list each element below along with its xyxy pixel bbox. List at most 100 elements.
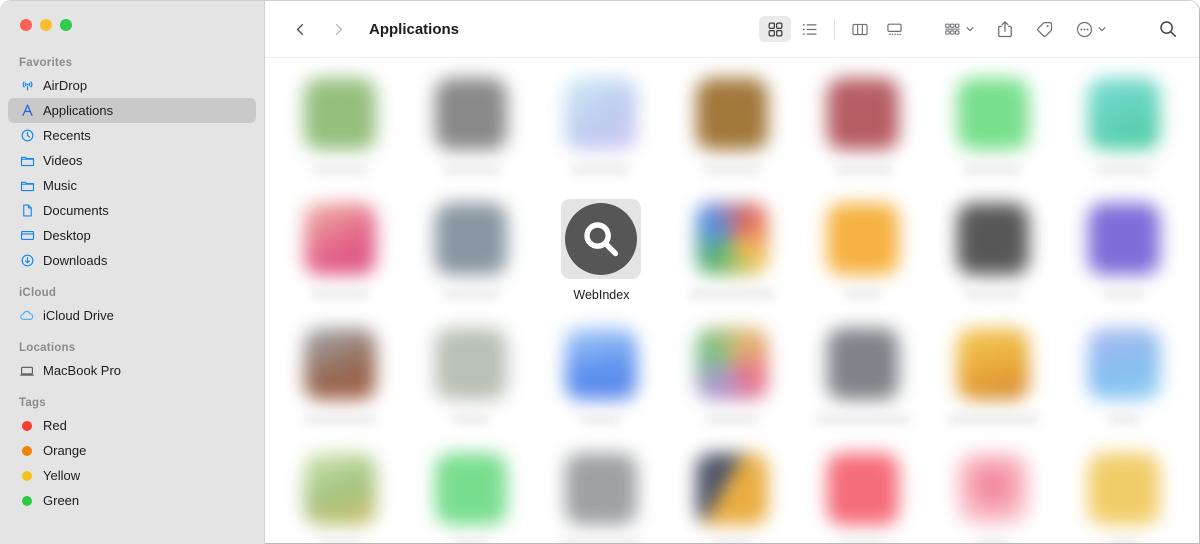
grid-item-webindex[interactable]: WebIndex — [536, 191, 667, 316]
icon-view-button[interactable] — [759, 16, 791, 42]
app-label — [441, 288, 500, 300]
sidebar-item-tag-yellow[interactable]: Yellow — [8, 463, 256, 488]
app-label — [704, 413, 759, 425]
grid-item[interactable] — [928, 191, 1059, 316]
sidebar-item-applications[interactable]: Applications — [8, 98, 256, 123]
sidebar-item-airdrop[interactable]: AirDrop — [8, 73, 256, 98]
grid-item[interactable] — [406, 66, 537, 191]
grid-item[interactable] — [275, 316, 406, 441]
view-mode-group — [759, 16, 910, 42]
sidebar-item-tag-green[interactable]: Green — [8, 488, 256, 513]
sidebar-item-label: AirDrop — [43, 78, 88, 93]
sidebar-item-label: Recents — [43, 128, 91, 143]
app-icon — [1087, 78, 1160, 150]
grid-item[interactable] — [275, 191, 406, 316]
sidebar-section-title-icloud: iCloud — [19, 287, 57, 299]
app-icon-wrap — [300, 199, 380, 279]
sidebar-item-music[interactable]: Music — [8, 173, 256, 198]
sidebar-item-desktop[interactable]: Desktop — [8, 223, 256, 248]
grid-item[interactable] — [1058, 66, 1189, 191]
app-icon — [957, 453, 1030, 525]
grid-item[interactable] — [667, 66, 798, 191]
grid-item[interactable] — [275, 66, 406, 191]
sidebar-item-label: Desktop — [43, 228, 91, 243]
app-icon-wrap — [1084, 324, 1164, 404]
toolbar: Applications — [265, 1, 1199, 58]
sidebar-item-label: Documents — [43, 203, 109, 218]
sidebar-item-tag-red[interactable]: Red — [8, 413, 256, 438]
app-label — [688, 288, 775, 300]
tag-dot-yellow — [22, 470, 32, 481]
grid-item[interactable] — [928, 441, 1059, 544]
grid-item[interactable] — [1058, 441, 1189, 544]
app-label — [581, 413, 622, 425]
app-icon-wrap — [1084, 449, 1164, 529]
page-title: Applications — [369, 20, 460, 38]
grid-item[interactable] — [536, 441, 667, 544]
sidebar-item-label: Videos — [43, 153, 83, 168]
minimize-button[interactable] — [40, 19, 52, 31]
sidebar-item-macbook-pro[interactable]: MacBook Pro — [8, 358, 256, 383]
app-icon-wrap — [823, 74, 903, 154]
app-label — [1106, 413, 1141, 425]
grid-item[interactable] — [406, 441, 537, 544]
grid-item[interactable] — [928, 66, 1059, 191]
grid-item[interactable] — [667, 441, 798, 544]
sidebar-item-icloud-drive[interactable]: iCloud Drive — [8, 303, 256, 328]
sidebar-group-favorites: Favorites AirDrop Applications Recents V… — [0, 57, 264, 273]
tag-icon[interactable] — [1030, 15, 1059, 43]
maximize-button[interactable] — [60, 19, 72, 31]
app-label — [964, 288, 1023, 300]
back-button[interactable] — [285, 14, 315, 44]
gallery-view-button[interactable] — [878, 16, 910, 42]
app-icon — [1087, 453, 1160, 525]
sidebar-item-label: Downloads — [43, 253, 108, 268]
more-button[interactable] — [1070, 15, 1112, 43]
chevron-down-icon — [966, 27, 974, 32]
share-button[interactable] — [991, 15, 1019, 43]
grid-item[interactable] — [1058, 191, 1189, 316]
app-label — [1103, 288, 1144, 300]
grid-item[interactable] — [536, 316, 667, 441]
sidebar-item-label: Red — [43, 418, 67, 433]
app-icon-wrap — [1084, 199, 1164, 279]
grid-item[interactable] — [797, 316, 928, 441]
grid-item[interactable] — [797, 66, 928, 191]
sidebar-item-videos[interactable]: Videos — [8, 148, 256, 173]
column-view-button[interactable] — [844, 16, 876, 42]
grid-item[interactable] — [667, 316, 798, 441]
applications-icon — [19, 103, 35, 119]
app-icon — [957, 78, 1030, 150]
grid-item[interactable] — [797, 441, 928, 544]
app-icon — [565, 328, 638, 400]
app-label — [947, 413, 1040, 425]
grid-item[interactable] — [536, 66, 667, 191]
forward-button[interactable] — [323, 14, 353, 44]
grid-item[interactable] — [406, 191, 537, 316]
grid-item[interactable] — [275, 441, 406, 544]
sidebar-item-downloads[interactable]: Downloads — [8, 248, 256, 273]
toolbar-right-group — [938, 15, 1183, 43]
tag-dot-green — [22, 495, 32, 506]
search-button[interactable] — [1153, 15, 1183, 43]
grid-item[interactable] — [1058, 316, 1189, 441]
sidebar-section-title-locations: Locations — [19, 342, 76, 354]
app-icon — [957, 203, 1030, 275]
sidebar-item-documents[interactable]: Documents — [8, 198, 256, 223]
sidebar-item-tag-orange[interactable]: Orange — [8, 438, 256, 463]
app-icon-wrap — [300, 324, 380, 404]
app-icon — [1087, 203, 1160, 275]
group-by-button[interactable] — [938, 15, 980, 43]
sidebar-item-recents[interactable]: Recents — [8, 123, 256, 148]
app-icon-wrap — [953, 74, 1033, 154]
close-button[interactable] — [20, 19, 32, 31]
grid-item[interactable] — [406, 316, 537, 441]
app-label — [702, 163, 761, 175]
app-icon — [957, 328, 1030, 400]
app-icon — [304, 78, 377, 150]
grid-item[interactable] — [928, 316, 1059, 441]
sidebar-item-label: MacBook Pro — [43, 363, 122, 378]
list-view-button[interactable] — [793, 16, 825, 42]
grid-item[interactable] — [667, 191, 798, 316]
grid-item[interactable] — [797, 191, 928, 316]
